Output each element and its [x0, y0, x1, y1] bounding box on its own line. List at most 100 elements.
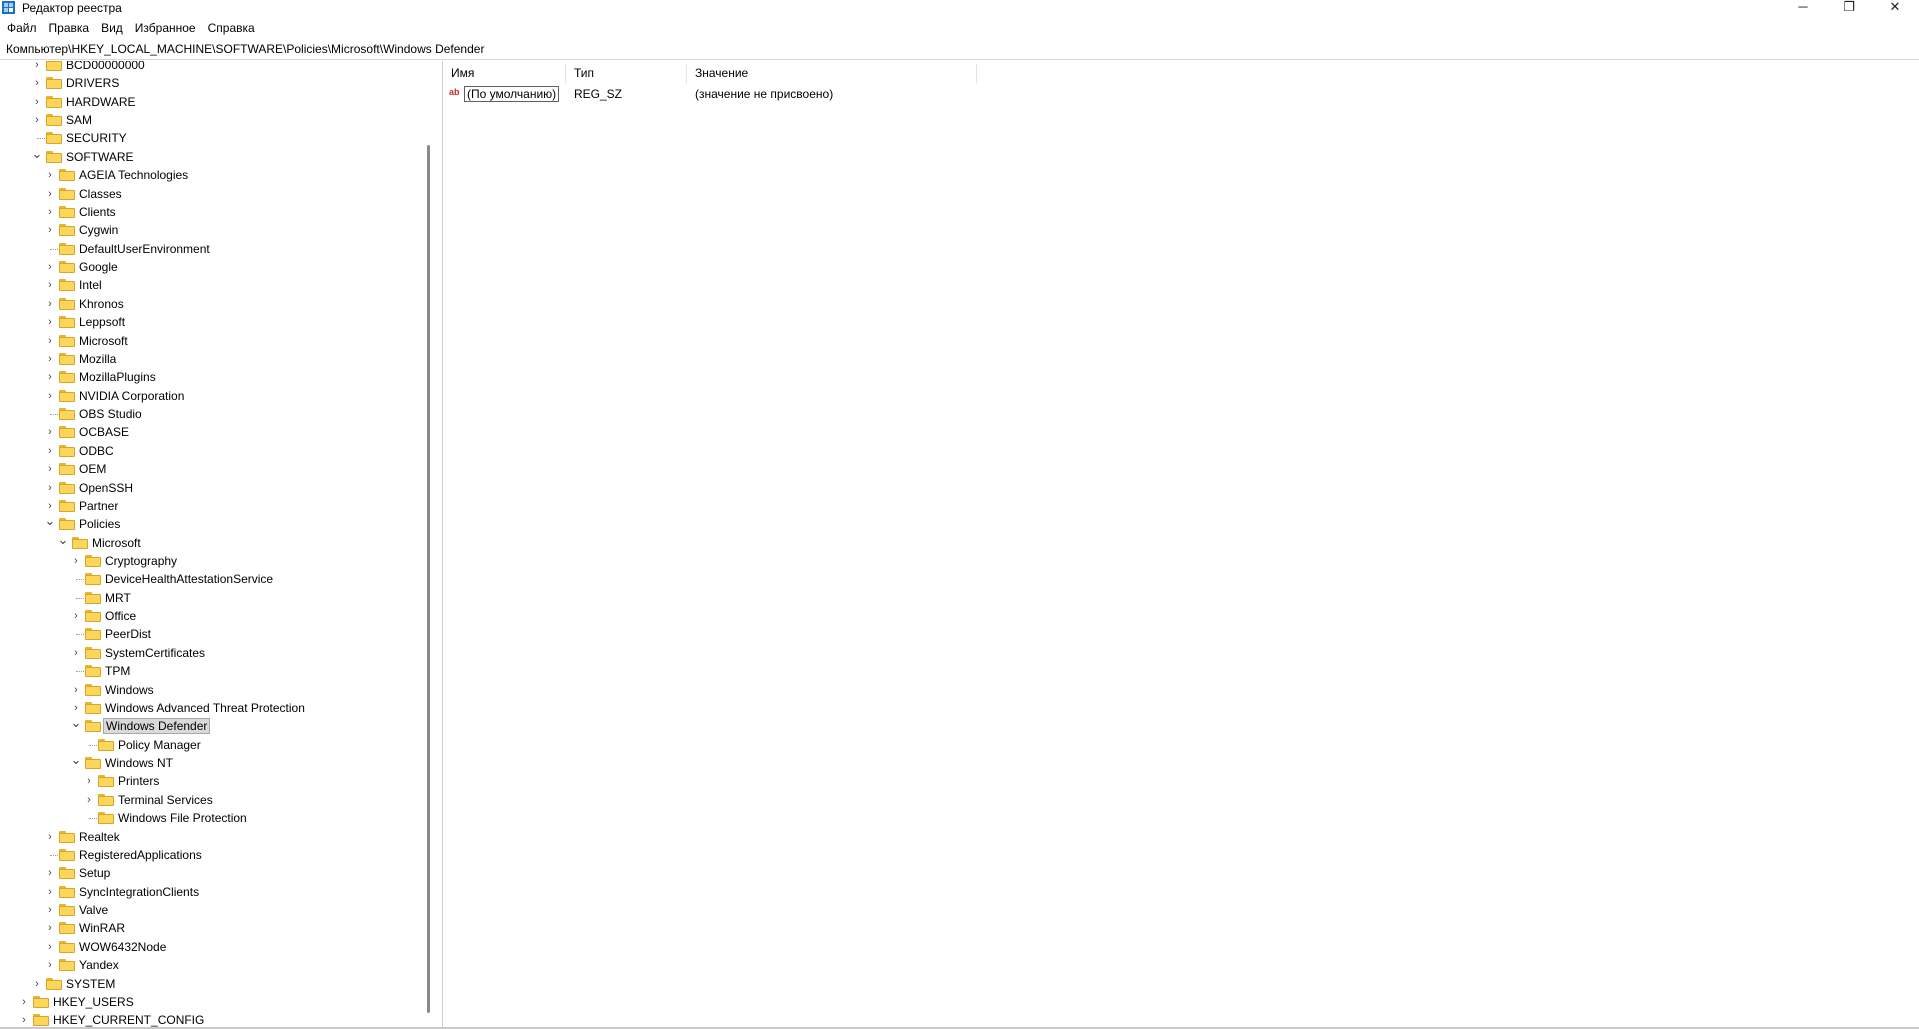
tree-item-label[interactable]: HKEY_CURRENT_CONFIG: [51, 1013, 206, 1027]
tree-item[interactable]: › Terminal Services: [0, 791, 410, 809]
tree-item-label[interactable]: Windows Defender: [103, 718, 211, 735]
chevron-right-icon[interactable]: ›: [44, 206, 56, 218]
chevron-right-icon[interactable]: ›: [70, 555, 82, 567]
chevron-right-icon[interactable]: ›: [18, 1014, 30, 1026]
chevron-right-icon[interactable]: ›: [44, 500, 56, 512]
tree-item-label[interactable]: DRIVERS: [64, 76, 121, 90]
tree-item[interactable]: › Windows Advanced Threat Protection: [0, 699, 410, 717]
chevron-right-icon[interactable]: ›: [44, 390, 56, 402]
tree-item-label[interactable]: Windows: [103, 683, 156, 697]
chevron-right-icon[interactable]: ›: [44, 426, 56, 438]
tree-item-label[interactable]: Policy Manager: [116, 738, 203, 752]
chevron-right-icon[interactable]: ›: [44, 941, 56, 953]
tree-item-label[interactable]: Policies: [77, 517, 122, 531]
chevron-down-icon[interactable]: ⌄: [31, 147, 43, 160]
tree-item[interactable]: › Printers: [0, 772, 410, 790]
menu-edit[interactable]: Правка: [43, 19, 96, 37]
tree-item[interactable]: RegisteredApplications: [0, 846, 410, 864]
chevron-right-icon[interactable]: ›: [18, 996, 30, 1008]
tree-item-label[interactable]: Windows File Protection: [116, 811, 249, 825]
tree-item[interactable]: › Mozilla: [0, 350, 410, 368]
chevron-right-icon[interactable]: ›: [70, 647, 82, 659]
chevron-down-icon[interactable]: ⌄: [70, 753, 82, 766]
tree-item-label[interactable]: Microsoft: [90, 536, 143, 550]
tree-item-label[interactable]: RegisteredApplications: [77, 848, 204, 862]
address-path[interactable]: Компьютер\HKEY_LOCAL_MACHINE\SOFTWARE\Po…: [6, 42, 484, 57]
tree-item[interactable]: › Google: [0, 258, 410, 276]
tree-item-label[interactable]: Yandex: [77, 958, 121, 972]
tree-item-label[interactable]: Google: [77, 260, 120, 274]
tree-item-label[interactable]: OpenSSH: [77, 481, 135, 495]
tree-item-label[interactable]: Microsoft: [77, 334, 130, 348]
tree-item-label[interactable]: OCBASE: [77, 425, 131, 439]
chevron-right-icon[interactable]: ›: [44, 922, 56, 934]
tree-item-label[interactable]: Khronos: [77, 297, 126, 311]
chevron-right-icon[interactable]: ›: [44, 335, 56, 347]
tree-item[interactable]: › BCD00000000: [0, 61, 410, 74]
menu-view[interactable]: Вид: [95, 19, 129, 37]
tree-item-label[interactable]: TPM: [103, 664, 132, 678]
tree-item-label[interactable]: DeviceHealthAttestationService: [103, 572, 275, 586]
tree-item[interactable]: › Intel: [0, 276, 410, 294]
tree-item-label[interactable]: NVIDIA Corporation: [77, 389, 186, 403]
tree-item-label[interactable]: Leppsoft: [77, 315, 127, 329]
tree-item[interactable]: ⌄ Policies: [0, 514, 410, 533]
tree-item-label[interactable]: AGEIA Technologies: [77, 168, 190, 182]
column-header-value[interactable]: Значение: [687, 64, 977, 84]
tree-item-label[interactable]: Cygwin: [77, 223, 120, 237]
tree-item[interactable]: Policy Manager: [0, 736, 410, 754]
chevron-right-icon[interactable]: ›: [70, 702, 82, 714]
tree-item[interactable]: ⌄ Microsoft: [0, 533, 410, 552]
tree-item[interactable]: SECURITY: [0, 129, 410, 147]
chevron-right-icon[interactable]: ›: [31, 96, 43, 108]
tree-item[interactable]: DeviceHealthAttestationService: [0, 570, 410, 588]
value-row[interactable]: ab (По умолчанию) REG_SZ (значение не пр…: [443, 85, 1243, 103]
chevron-down-icon[interactable]: ⌄: [70, 716, 82, 729]
tree-item[interactable]: › Realtek: [0, 828, 410, 846]
value-name[interactable]: (По умолчанию): [464, 86, 560, 102]
tree-item[interactable]: › Classes: [0, 185, 410, 203]
chevron-right-icon[interactable]: ›: [44, 261, 56, 273]
tree-item-label[interactable]: Windows Advanced Threat Protection: [103, 701, 307, 715]
tree-item-label[interactable]: SAM: [64, 113, 94, 127]
tree-item-label[interactable]: SystemCertificates: [103, 646, 207, 660]
chevron-right-icon[interactable]: ›: [44, 188, 56, 200]
tree-item[interactable]: › OpenSSH: [0, 479, 410, 497]
tree-item-label[interactable]: Classes: [77, 187, 124, 201]
chevron-right-icon[interactable]: ›: [44, 482, 56, 494]
tree-item[interactable]: › SystemCertificates: [0, 644, 410, 662]
chevron-right-icon[interactable]: ›: [83, 794, 95, 806]
chevron-right-icon[interactable]: ›: [31, 77, 43, 89]
close-button[interactable]: ✕: [1872, 0, 1918, 16]
column-header-type[interactable]: Тип: [566, 64, 687, 84]
tree-item-label[interactable]: MozillaPlugins: [77, 370, 158, 384]
tree-item-label[interactable]: HKEY_USERS: [51, 995, 136, 1009]
tree-item-label[interactable]: ODBC: [77, 444, 116, 458]
chevron-right-icon[interactable]: ›: [44, 959, 56, 971]
menu-help[interactable]: Справка: [202, 19, 261, 37]
tree-item-label[interactable]: Printers: [116, 774, 161, 788]
chevron-down-icon[interactable]: ⌄: [44, 514, 56, 527]
tree-item-label[interactable]: Clients: [77, 205, 118, 219]
tree-item-label[interactable]: Cryptography: [103, 554, 179, 568]
key-tree[interactable]: › BCD00000000 › DRIVERS › HARDWARE › SAM SECURIT…: [0, 61, 437, 1027]
tree-item[interactable]: › HKEY_CURRENT_CONFIG: [0, 1011, 410, 1027]
chevron-right-icon[interactable]: ›: [83, 775, 95, 787]
minimize-button[interactable]: ─: [1780, 0, 1826, 16]
chevron-right-icon[interactable]: ›: [44, 224, 56, 236]
tree-item[interactable]: Windows File Protection: [0, 809, 410, 827]
chevron-right-icon[interactable]: ›: [31, 978, 43, 990]
tree-item[interactable]: › Valve: [0, 901, 410, 919]
maximize-button[interactable]: ❐: [1826, 0, 1872, 16]
tree-item-label[interactable]: Setup: [77, 866, 112, 880]
tree-item[interactable]: › MozillaPlugins: [0, 368, 410, 386]
tree-item[interactable]: › HARDWARE: [0, 93, 410, 111]
chevron-right-icon[interactable]: ›: [44, 353, 56, 365]
tree-item[interactable]: › SAM: [0, 111, 410, 129]
tree-item-label[interactable]: PeerDist: [103, 627, 153, 641]
tree-item-label[interactable]: Windows NT: [103, 756, 175, 770]
tree-item-label[interactable]: SYSTEM: [64, 977, 117, 991]
tree-item[interactable]: › HKEY_USERS: [0, 993, 410, 1011]
tree-item[interactable]: › Microsoft: [0, 332, 410, 350]
column-header-name[interactable]: Имя: [443, 64, 566, 84]
